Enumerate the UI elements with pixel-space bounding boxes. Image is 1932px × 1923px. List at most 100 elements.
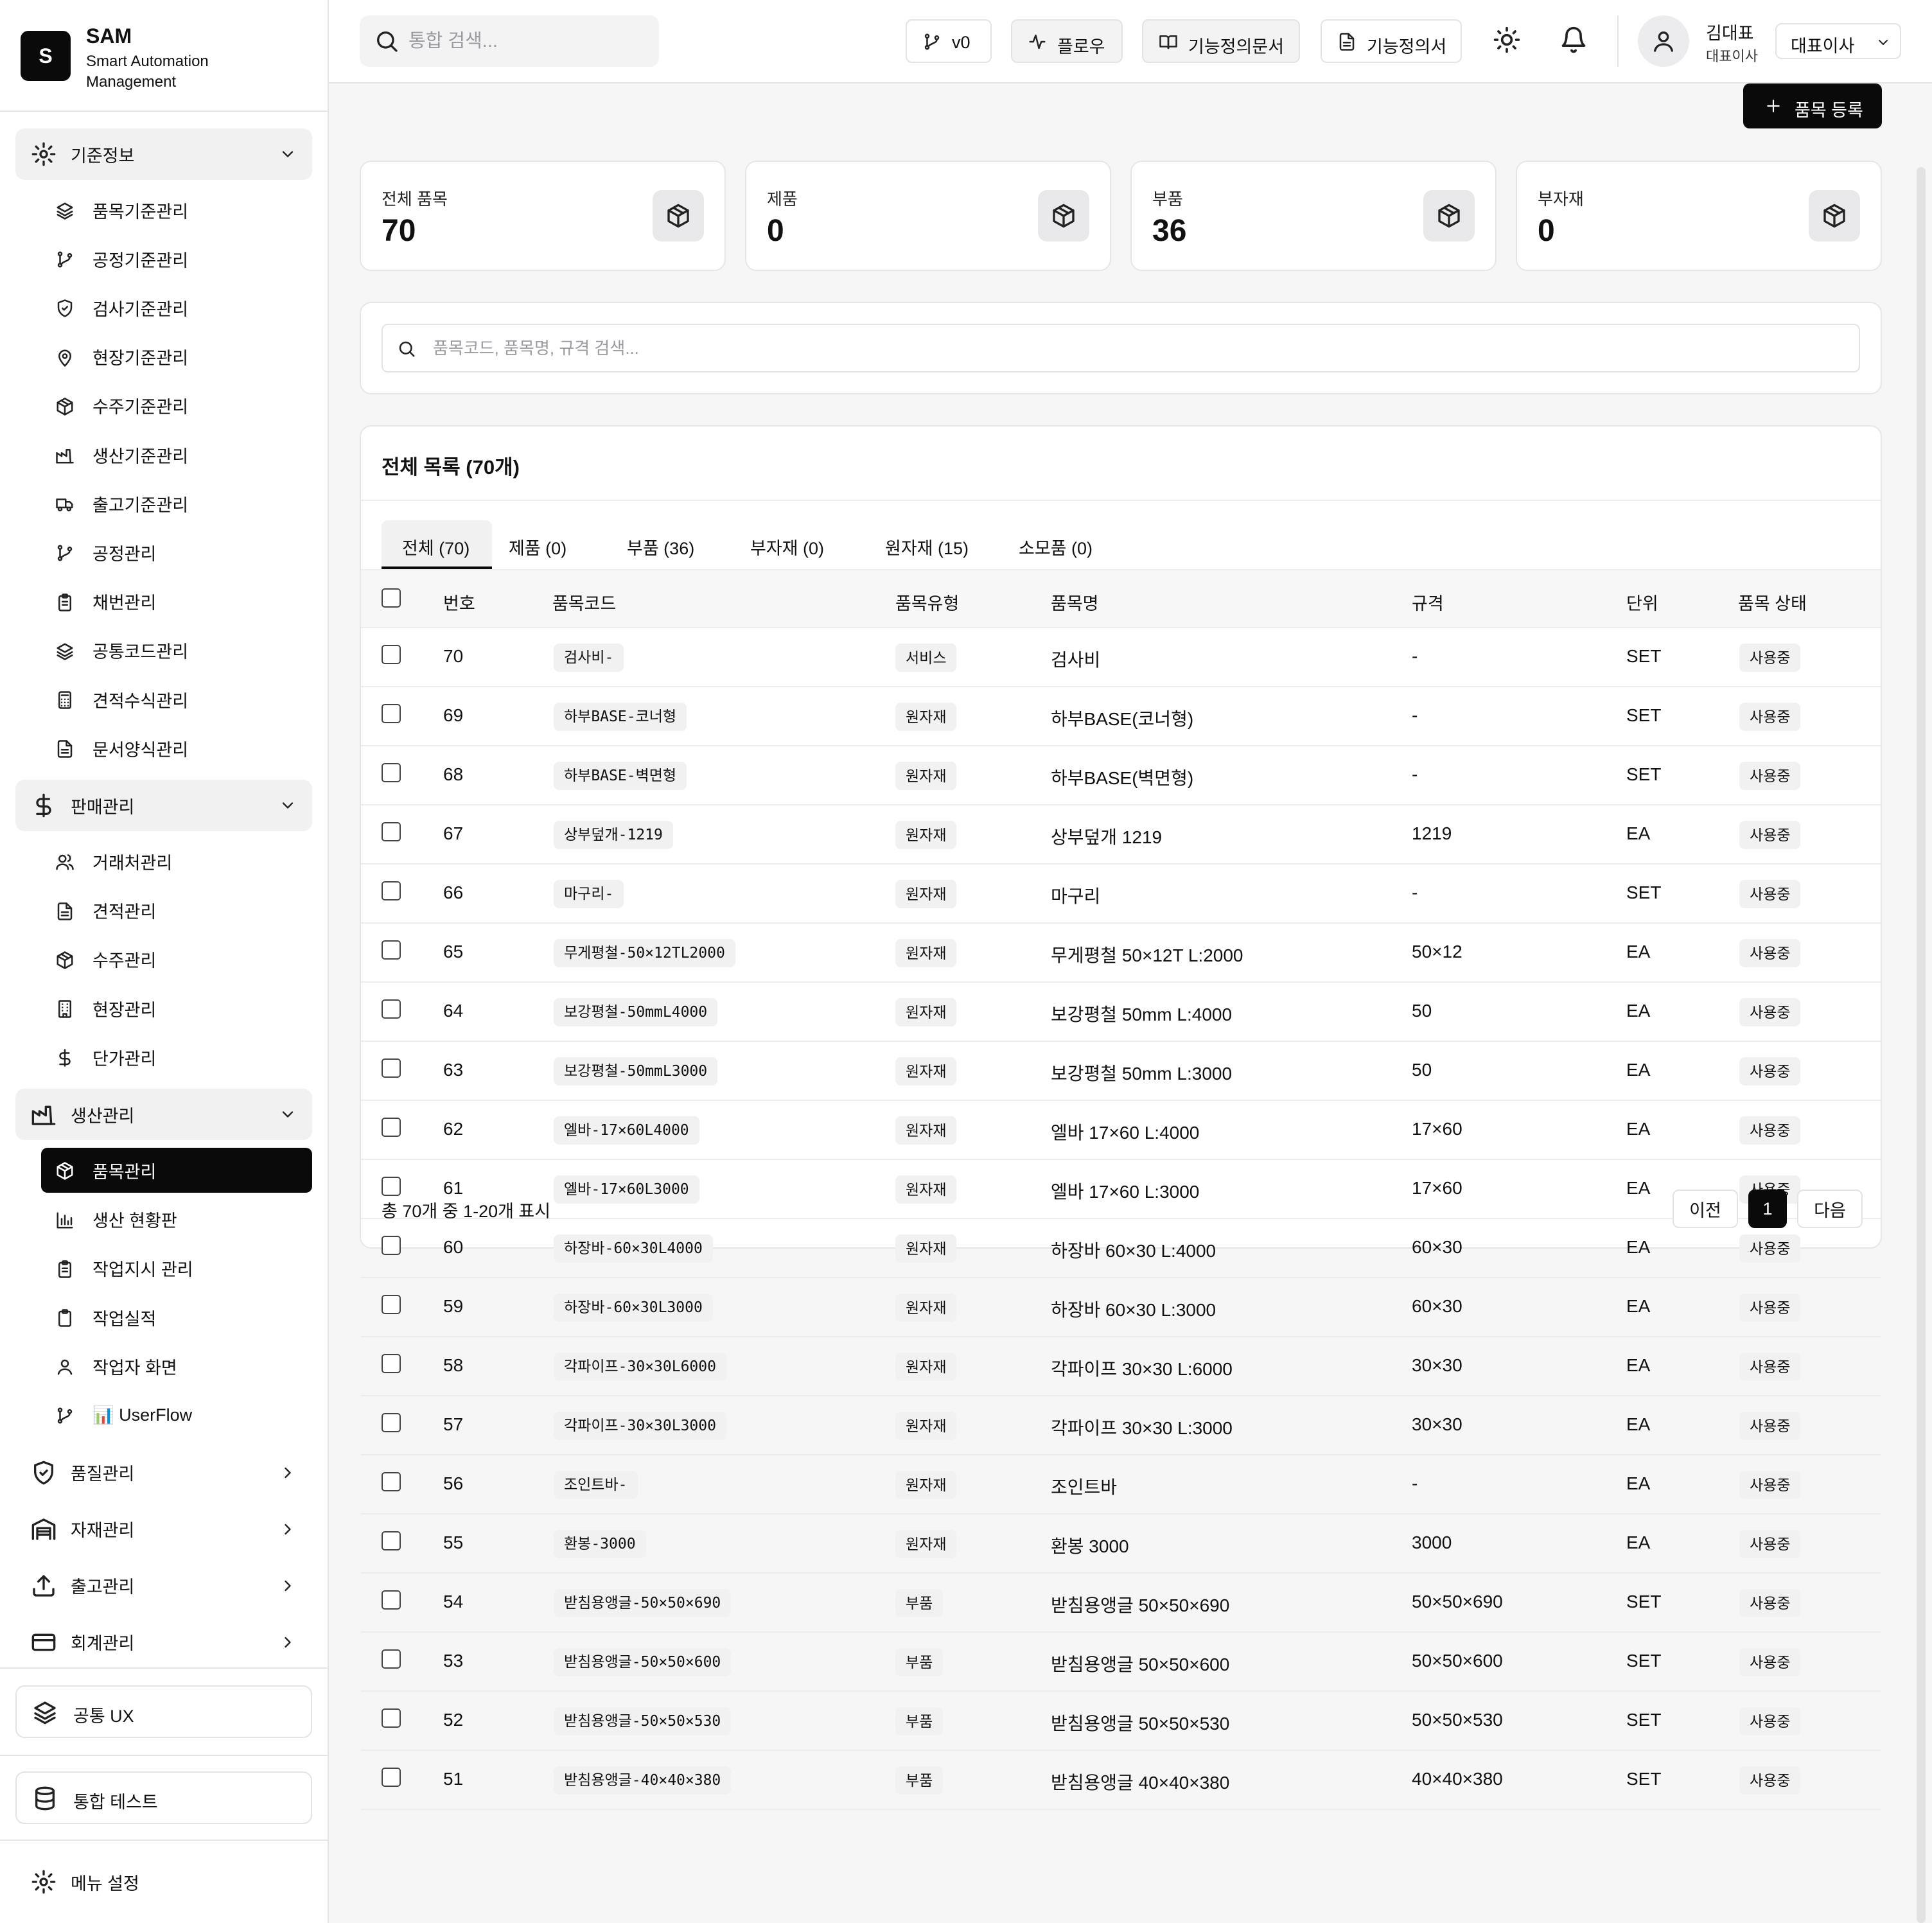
cell-name[interactable]: 상부덮개 1219 — [1051, 823, 1162, 849]
cell-name[interactable]: 하장바 60×30 L:4000 — [1051, 1237, 1216, 1263]
page-scrollbar[interactable] — [1917, 167, 1926, 1923]
row-checkbox[interactable] — [382, 645, 401, 664]
row-checkbox[interactable] — [382, 1413, 401, 1432]
table-row[interactable]: 65 무게평철-50×12TL2000 원자재 무게평철 50×12T L:2000 5… — [361, 924, 1881, 983]
cell-name[interactable]: 조인트바 — [1051, 1473, 1117, 1499]
tab-4[interactable]: 원자재 (15) — [870, 520, 994, 569]
brand-logo[interactable]: S — [21, 31, 71, 81]
cell-name[interactable]: 하부BASE(코너형) — [1051, 705, 1193, 731]
column-header[interactable]: 품목 상태 — [1738, 590, 1807, 615]
sidebar-item-2-2[interactable]: 작업지시 관리 — [41, 1246, 312, 1291]
row-checkbox[interactable] — [382, 1708, 401, 1728]
column-header[interactable]: 품목코드 — [552, 590, 616, 615]
sun-icon[interactable] — [1493, 26, 1521, 54]
spec-doc-button[interactable]: 기능정의서 — [1321, 19, 1462, 63]
sidebar-item-0-2[interactable]: 검사기준관리 — [41, 285, 312, 330]
menu-settings-button[interactable]: 메뉴 설정 — [15, 1856, 312, 1908]
table-row[interactable]: 67 상부덮개-1219 원자재 상부덮개 1219 1219 EA 사용중 — [361, 805, 1881, 865]
sidebar-section-1[interactable]: 판매관리 — [15, 780, 312, 832]
sidebar-item-2-5[interactable]: 📊 UserFlow — [41, 1392, 312, 1437]
row-checkbox[interactable] — [382, 1177, 401, 1196]
table-row[interactable]: 57 각파이프-30×30L3000 원자재 각파이프 30×30 L:3000 30×… — [361, 1396, 1881, 1455]
sidebar-item-1-2[interactable]: 수주관리 — [41, 937, 312, 982]
sidebar-item-1-1[interactable]: 견적관리 — [41, 888, 312, 933]
page-1-button[interactable]: 1 — [1748, 1190, 1787, 1228]
table-row[interactable]: 52 받침용앵글-50×50×530 부품 받침용앵글 50×50×530 50×50×… — [361, 1692, 1881, 1751]
prev-page-button[interactable]: 이전 — [1673, 1190, 1738, 1228]
sidebar-item-0-11[interactable]: 문서양식관리 — [41, 726, 312, 771]
table-row[interactable]: 58 각파이프-30×30L6000 원자재 각파이프 30×30 L:6000 30×… — [361, 1337, 1881, 1396]
sidebar-item-2-3[interactable]: 작업실적 — [41, 1295, 312, 1340]
tab-3[interactable]: 부자재 (0) — [735, 520, 861, 569]
tab-1[interactable]: 제품 (0) — [493, 520, 602, 569]
table-row[interactable]: 61 엘바-17×60L3000 원자재 엘바 17×60 L:3000 17×60 EA… — [361, 1160, 1881, 1219]
row-checkbox[interactable] — [382, 1531, 401, 1550]
sidebar-item-0-9[interactable]: 공통코드관리 — [41, 628, 312, 673]
select-all-checkbox[interactable] — [382, 588, 401, 608]
filter-search[interactable] — [382, 324, 1860, 373]
row-checkbox[interactable] — [382, 999, 401, 1019]
sidebar-section-2[interactable]: 생산관리 — [15, 1089, 312, 1141]
avatar[interactable] — [1638, 15, 1689, 67]
bell-icon[interactable] — [1559, 26, 1588, 54]
sidebar-item-0-3[interactable]: 현장기준관리 — [41, 335, 312, 380]
cell-name[interactable]: 보강평철 50mm L:4000 — [1051, 1001, 1232, 1026]
table-row[interactable]: 70 검사비- 서비스 검사비 - SET 사용중 — [361, 628, 1881, 687]
cell-name[interactable]: 엘바 17×60 L:4000 — [1051, 1119, 1199, 1145]
sidebar-section-5[interactable]: 출고관리 — [15, 1560, 312, 1611]
cell-name[interactable]: 각파이프 30×30 L:3000 — [1051, 1414, 1233, 1440]
table-row[interactable]: 66 마구리- 원자재 마구리 - SET 사용중 — [361, 865, 1881, 924]
table-row[interactable]: 59 하장바-60×30L3000 원자재 하장바 60×30 L:3000 60×30… — [361, 1278, 1881, 1337]
role-select[interactable]: 대표이사 — [1775, 23, 1901, 59]
flow-button[interactable]: 플로우 — [1011, 19, 1123, 63]
cell-name[interactable]: 받침용앵글 50×50×530 — [1051, 1710, 1229, 1735]
sidebar-item-1-3[interactable]: 현장관리 — [41, 986, 312, 1031]
cell-name[interactable]: 보강평철 50mm L:3000 — [1051, 1060, 1232, 1085]
row-checkbox[interactable] — [382, 1649, 401, 1669]
cell-name[interactable]: 각파이프 30×30 L:6000 — [1051, 1355, 1233, 1381]
sidebar-item-0-4[interactable]: 수주기준관리 — [41, 383, 312, 428]
global-search-input[interactable] — [408, 27, 646, 55]
sidebar-section-4[interactable]: 자재관리 — [15, 1504, 312, 1555]
sidebar-item-2-1[interactable]: 생산 현황판 — [41, 1197, 312, 1242]
version-button[interactable]: v0 — [906, 19, 992, 63]
spec-question-button[interactable]: 기능정의문서 — [1142, 19, 1300, 63]
row-checkbox[interactable] — [382, 1236, 401, 1255]
table-row[interactable]: 55 환봉-3000 원자재 환봉 3000 3000 EA 사용중 — [361, 1515, 1881, 1574]
sidebar-item-0-0[interactable]: 품목기준관리 — [41, 188, 312, 233]
tab-2[interactable]: 부품 (36) — [611, 520, 726, 569]
global-search[interactable] — [360, 15, 659, 67]
table-row[interactable]: 56 조인트바- 원자재 조인트바 - EA 사용중 — [361, 1455, 1881, 1515]
sidebar-section-0[interactable]: 기준정보 — [15, 128, 312, 180]
sidebar-item-0-8[interactable]: 채번관리 — [41, 579, 312, 624]
row-checkbox[interactable] — [382, 1295, 401, 1314]
table-row[interactable]: 60 하장바-60×30L4000 원자재 하장바 60×30 L:4000 60×30… — [361, 1219, 1881, 1278]
table-row[interactable]: 63 보강평철-50mmL3000 원자재 보강평철 50mm L:3000 50 EA 사… — [361, 1042, 1881, 1101]
tab-0[interactable]: 전체 (70) — [382, 520, 492, 569]
cell-name[interactable]: 하부BASE(벽면형) — [1051, 764, 1193, 790]
next-page-button[interactable]: 다음 — [1797, 1190, 1863, 1228]
cell-name[interactable]: 하장바 60×30 L:3000 — [1051, 1296, 1216, 1322]
column-header[interactable]: 규격 — [1412, 590, 1444, 615]
tab-5[interactable]: 소모품 (0) — [1003, 520, 1100, 569]
cell-name[interactable]: 받침용앵글 50×50×600 — [1051, 1651, 1229, 1676]
sidebar-section-3[interactable]: 품질관리 — [15, 1447, 312, 1498]
cell-name[interactable]: 받침용앵글 50×50×690 — [1051, 1592, 1229, 1617]
sidebar-item-2-0[interactable]: 품목관리 — [41, 1148, 312, 1193]
row-checkbox[interactable] — [382, 1472, 401, 1491]
row-checkbox[interactable] — [382, 704, 401, 723]
column-header[interactable]: 품목명 — [1051, 590, 1099, 615]
register-item-button[interactable]: 품목 등록 — [1743, 83, 1882, 128]
row-checkbox[interactable] — [382, 1058, 401, 1078]
row-checkbox[interactable] — [382, 940, 401, 960]
table-row[interactable]: 54 받침용앵글-50×50×690 부품 받침용앵글 50×50×690 50×50×… — [361, 1574, 1881, 1633]
table-row[interactable]: 53 받침용앵글-50×50×600 부품 받침용앵글 50×50×600 50×50×… — [361, 1633, 1881, 1692]
cell-name[interactable]: 검사비 — [1051, 646, 1100, 672]
row-checkbox[interactable] — [382, 1354, 401, 1373]
common-ux-button[interactable]: 공통 UX — [15, 1685, 312, 1738]
sidebar-item-1-0[interactable]: 거래처관리 — [41, 839, 312, 884]
row-checkbox[interactable] — [382, 1590, 401, 1610]
integration-test-button[interactable]: 통합 테스트 — [15, 1771, 312, 1824]
table-row[interactable]: 69 하부BASE-코너형 원자재 하부BASE(코너형) - SET 사용중 — [361, 687, 1881, 746]
row-checkbox[interactable] — [382, 822, 401, 841]
